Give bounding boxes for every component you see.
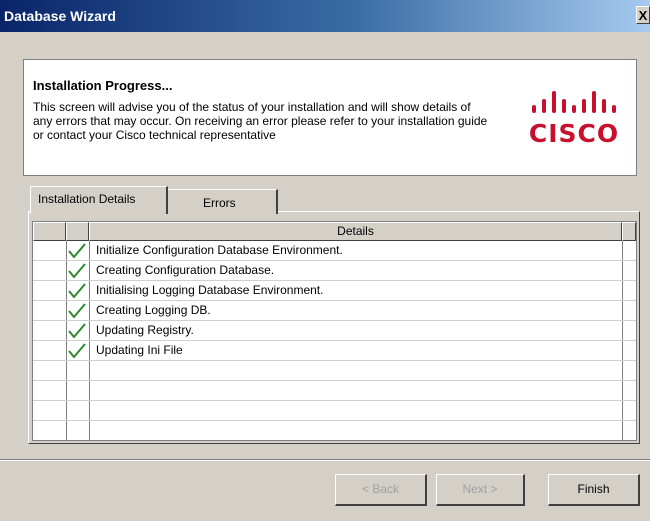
logo-bar <box>572 105 576 113</box>
window-title: Database Wizard <box>4 8 116 24</box>
table-row[interactable]: Initialize Configuration Database Enviro… <box>33 241 636 261</box>
next-button[interactable]: Next > <box>436 474 525 506</box>
close-button[interactable]: X <box>636 6 650 24</box>
check-icon <box>67 282 87 300</box>
title-bar: Database Wizard X <box>0 0 650 32</box>
logo-bar <box>602 99 606 113</box>
grid-rows: Initialize Configuration Database Enviro… <box>33 241 636 440</box>
check-icon <box>67 262 87 280</box>
row-text: Initialize Configuration Database Enviro… <box>96 243 343 257</box>
logo-bar <box>612 105 616 113</box>
table-row[interactable]: Updating Ini File <box>33 341 636 361</box>
table-row[interactable] <box>33 381 636 401</box>
table-row[interactable] <box>33 401 636 421</box>
cisco-logo: CISCO <box>518 85 630 148</box>
cisco-wordmark: CISCO <box>528 119 620 148</box>
column-header-details[interactable]: Details <box>89 222 622 241</box>
tab-installation-details[interactable]: Installation Details <box>30 186 168 214</box>
row-text: Creating Configuration Database. <box>96 263 275 277</box>
row-text: Initialising Logging Database Environmen… <box>96 283 324 297</box>
page-title: Installation Progress... <box>33 78 173 93</box>
grid-header: Details <box>33 222 636 241</box>
table-row[interactable]: Initialising Logging Database Environmen… <box>33 281 636 301</box>
footer-separator <box>0 459 650 461</box>
column-header-status[interactable] <box>66 222 89 241</box>
check-icon <box>67 302 87 320</box>
tab-label: Installation Details <box>38 192 136 206</box>
page-description: This screen will advise you of the statu… <box>33 100 488 142</box>
row-text: Creating Logging DB. <box>96 303 211 317</box>
row-text: Updating Registry. <box>96 323 194 337</box>
logo-bar <box>582 99 586 113</box>
logo-bar <box>592 91 596 113</box>
check-icon <box>67 342 87 360</box>
logo-bar <box>562 99 566 113</box>
table-row[interactable]: Creating Configuration Database. <box>33 261 636 281</box>
table-row[interactable]: Updating Registry. <box>33 321 636 341</box>
column-header-select[interactable] <box>33 222 66 241</box>
logo-bar <box>542 99 546 113</box>
cisco-bridge-icon <box>532 91 616 113</box>
column-header-filler <box>622 222 636 241</box>
check-icon <box>67 242 87 260</box>
logo-bar <box>532 105 536 113</box>
table-row[interactable] <box>33 421 636 440</box>
finish-button[interactable]: Finish <box>548 474 640 506</box>
back-button[interactable]: < Back <box>335 474 427 506</box>
row-text: Updating Ini File <box>96 343 183 357</box>
header-panel: Installation Progress... This screen wil… <box>23 59 637 176</box>
logo-bar <box>552 91 556 113</box>
table-row[interactable]: Creating Logging DB. <box>33 301 636 321</box>
check-icon <box>67 322 87 340</box>
details-grid[interactable]: Details Initialize Configuration Databas… <box>32 221 637 441</box>
tab-label: Errors <box>203 196 236 210</box>
tab-errors[interactable]: Errors <box>167 189 278 214</box>
table-row[interactable] <box>33 361 636 381</box>
